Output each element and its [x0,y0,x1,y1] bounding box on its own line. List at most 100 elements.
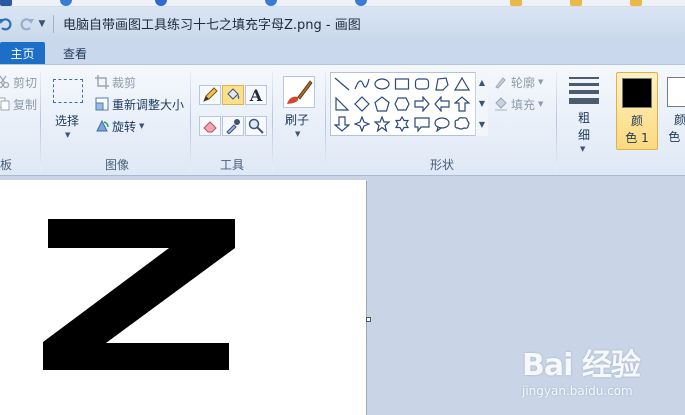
right-arrow-shape-icon[interactable] [413,95,431,113]
gallery-expand-icon[interactable]: ▼ [476,114,488,135]
divider [272,71,273,171]
select-rectangle-icon [53,79,83,103]
triangle-shape-icon[interactable] [453,75,471,93]
polygon-shape-icon[interactable] [433,75,451,93]
bookmark-icon[interactable] [355,0,367,6]
tab-home[interactable]: 主页 [0,42,45,64]
five-point-star-shape-icon[interactable] [373,115,391,133]
drawing-canvas[interactable] [0,180,366,415]
resize-icon [95,97,109,111]
up-arrow-shape-icon[interactable] [453,95,471,113]
cloud-callout-shape-icon[interactable] [453,115,471,133]
scroll-up-icon[interactable]: ▲ [476,72,488,93]
chevron-down-icon: ▼ [65,131,71,139]
four-point-star-shape-icon[interactable] [353,115,371,133]
browser-bookmark-strip [0,0,685,7]
folder-icon[interactable] [630,0,642,6]
pentagon-shape-icon[interactable] [373,95,391,113]
right-triangle-shape-icon[interactable] [333,95,351,113]
curve-shape-icon[interactable] [353,75,371,93]
cut-button[interactable]: 剪切 [0,73,37,91]
shapes-gallery [330,72,488,136]
redo-icon[interactable] [18,15,36,33]
color-2-button[interactable]: 颜 色 2 [664,72,685,150]
crop-button[interactable]: 裁剪 [95,73,136,91]
text-tool-button[interactable]: A [245,85,267,105]
down-arrow-shape-icon[interactable] [333,115,351,133]
rotate-icon [95,119,109,133]
chevron-down-icon: ▼ [580,145,586,153]
fill-bucket-icon [494,97,508,111]
pencil-icon [203,87,218,102]
canvas-resize-handle[interactable] [366,317,371,322]
scroll-down-icon[interactable]: ▼ [476,93,488,114]
six-point-star-shape-icon[interactable] [393,115,411,133]
magnifier-icon [248,118,264,134]
eraser-icon [203,121,217,133]
divider [53,14,54,33]
divider [190,71,191,171]
rectangle-shape-icon[interactable] [393,75,411,93]
oval-shape-icon[interactable] [373,75,391,93]
rounded-rectangle-shape-icon[interactable] [413,75,431,93]
letter-z-drawing [43,219,235,370]
resize-button[interactable]: 重新调整大小 [95,95,184,113]
bookmark-icon[interactable] [60,0,72,6]
divider [40,71,41,171]
bookmark-icon[interactable] [155,0,167,6]
color-picker-tool-button[interactable] [222,116,244,136]
oval-callout-shape-icon[interactable] [433,115,451,133]
pencil-tool-button[interactable] [199,85,221,105]
chevron-down-icon: ▼ [538,100,544,108]
watermark-logo: Bai 经验 [522,348,641,383]
line-shape-icon[interactable] [333,75,351,93]
shapes-gallery-scroll: ▲ ▼ ▼ [475,72,488,136]
paint-bucket-icon [227,88,240,100]
quick-access-dropdown-icon[interactable]: ▼ [36,15,48,33]
divider [325,71,326,171]
color-1-swatch [622,78,652,108]
watermark: Bai 经验 jingyan.baidu.com [522,340,682,412]
shapes-group-label: 形状 [430,158,455,172]
outline-button[interactable]: 轮廓 ▼ [494,73,543,91]
diamond-shape-icon[interactable] [353,95,371,113]
brush-icon [283,76,315,108]
rotate-button[interactable]: 旋转 ▼ [95,117,144,135]
magnifier-tool-button[interactable] [245,116,267,136]
bookmark-icon[interactable] [0,0,12,6]
brushes-button[interactable]: 刷子 ▼ [280,73,318,149]
copy-icon [0,97,10,111]
window-title: 电脑自带画图工具练习十七之填充字母Z.png - 画图 [63,18,361,33]
image-group-label: 图像 [105,158,130,172]
bookmark-icon[interactable] [265,0,277,6]
rectangular-callout-shape-icon[interactable] [413,115,431,133]
outline-brush-icon [494,75,508,89]
tab-view[interactable]: 查看 [50,42,100,64]
clipboard-group-label: 板 [0,158,13,172]
color-1-button[interactable]: 颜 色 1 [616,72,658,150]
scissors-icon [0,75,10,89]
select-button[interactable]: 选择 ▼ [48,73,88,145]
undo-icon[interactable] [0,15,14,33]
eyedropper-icon [226,119,240,134]
title-bar: ▼ 电脑自带画图工具练习十七之填充字母Z.png - 画图 [0,7,685,40]
divider [556,71,557,171]
fill-tool-button[interactable] [222,85,244,105]
line-thickness-icon [566,77,602,107]
hexagon-shape-icon[interactable] [393,95,411,113]
crop-icon [95,75,109,89]
folder-icon[interactable] [510,0,522,6]
left-arrow-shape-icon[interactable] [433,95,451,113]
eraser-tool-button[interactable] [199,116,221,136]
chevron-down-icon: ▼ [139,122,145,130]
color-2-swatch [667,77,685,107]
watermark-url: jingyan.baidu.com [522,384,633,398]
tools-group-label: 工具 [220,158,245,172]
fill-button[interactable]: 填充 ▼ [494,95,543,113]
copy-button[interactable]: 复制 [0,95,37,113]
size-button[interactable]: 粗 细 ▼ [566,73,602,153]
ribbon: 剪切 复制 板 选择 ▼ 裁剪 重新调整大小 旋转 ▼ 图像 A 工具 刷子 ▼… [0,64,685,176]
chevron-down-icon: ▼ [538,78,544,86]
chevron-down-icon: ▼ [295,130,301,138]
folder-icon[interactable] [570,0,582,6]
